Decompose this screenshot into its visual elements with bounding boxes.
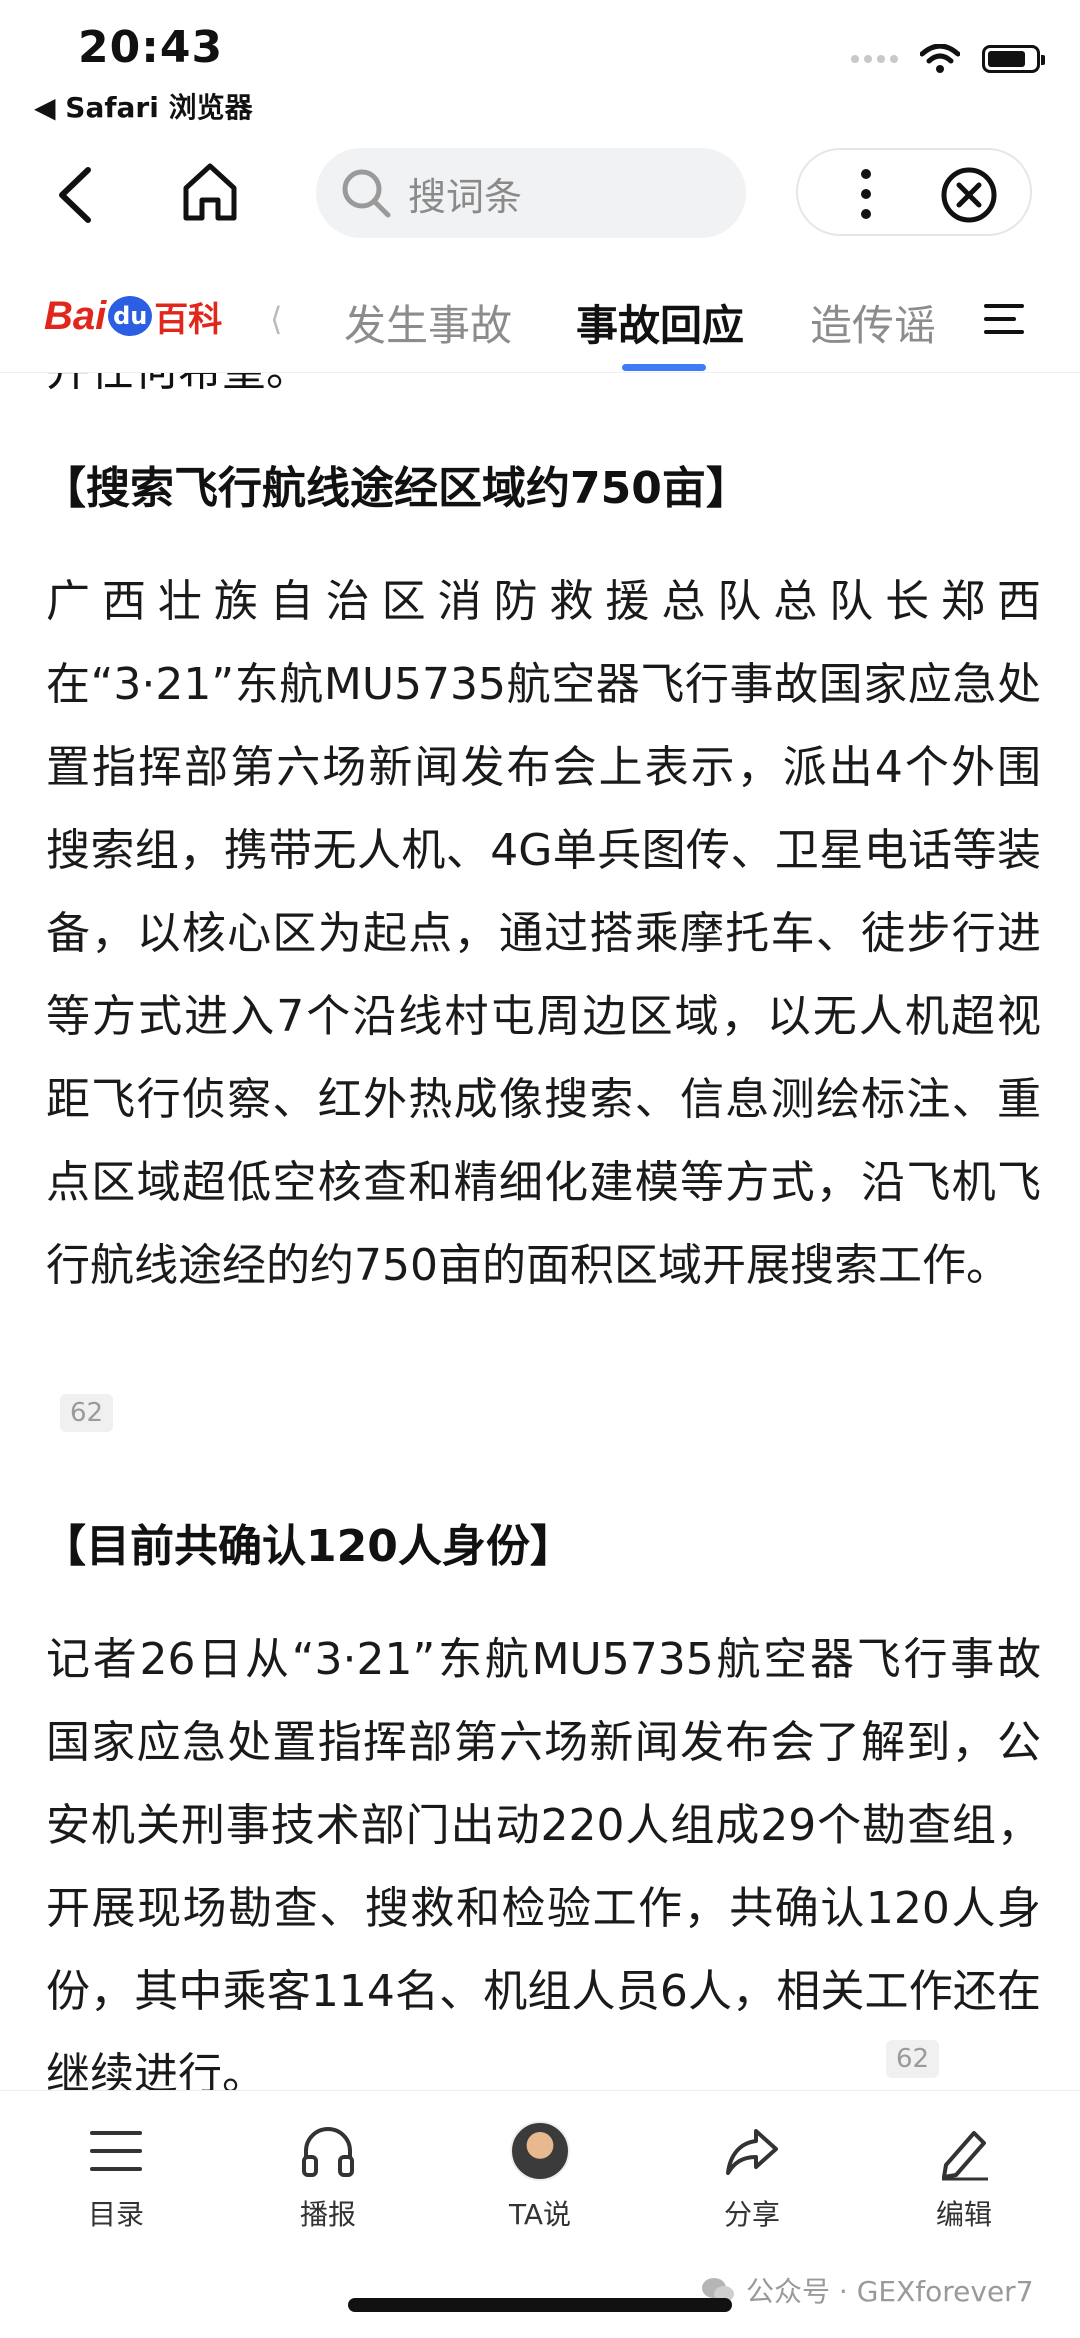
- home-indicator[interactable]: [348, 2298, 732, 2312]
- share-icon: [726, 2129, 778, 2175]
- menu-icon[interactable]: [984, 302, 1024, 336]
- battery-icon: [982, 45, 1045, 73]
- back-to-safari-link[interactable]: ◀ Safari 浏览器: [34, 86, 253, 126]
- pencil-icon: [942, 2131, 988, 2181]
- search-icon: [342, 169, 391, 218]
- tab-accident[interactable]: 发生事故: [344, 292, 512, 353]
- citation-badge[interactable]: 62: [886, 2040, 940, 2078]
- partial-text-line: 并任何希望。: [46, 372, 310, 398]
- cellular-signal-icon: [851, 55, 898, 63]
- paragraph-identified: 记者26日从“3·21”东航MU5735航空器飞行事故国家应急处置指挥部第六场新…: [46, 1634, 1041, 2090]
- broadcast-label: 播报: [299, 2198, 356, 2231]
- ta-say-button[interactable]: TA说: [470, 2121, 610, 2233]
- tab-scroll-hint: ⟨: [270, 300, 283, 338]
- ta-say-label: TA说: [508, 2198, 572, 2231]
- section-tabbar: Bai du 百科 ⟨ 发生事故 事故回应 造传谣: [0, 268, 1080, 373]
- catalog-label: 目录: [87, 2198, 144, 2231]
- status-time: 20:43: [78, 22, 224, 73]
- section-heading-identified: 【目前共确认120人身份】: [42, 1521, 574, 1572]
- logo-baike: 百科: [154, 299, 223, 340]
- list-icon: [90, 2131, 142, 2171]
- avatar: [510, 2121, 570, 2181]
- catalog-button[interactable]: 目录: [46, 2121, 186, 2233]
- citation-badge[interactable]: 62: [60, 1394, 114, 1432]
- miniapp-capsule: [796, 148, 1032, 236]
- baidu-baike-logo[interactable]: Bai du 百科: [44, 286, 222, 346]
- logo-bai: Bai: [44, 293, 107, 338]
- search-placeholder: 搜词条: [408, 174, 523, 219]
- search-input[interactable]: 搜词条: [316, 148, 746, 238]
- tab-rumor[interactable]: 造传谣: [810, 292, 936, 353]
- logo-du: du: [108, 296, 153, 336]
- wifi-icon: [920, 44, 960, 73]
- active-tab-indicator: [622, 364, 706, 371]
- home-icon[interactable]: [180, 160, 240, 224]
- back-arrow-icon[interactable]: [50, 160, 100, 230]
- tab-rumor-wrapper: 造传谣: [810, 268, 950, 368]
- broadcast-button[interactable]: 播报: [258, 2121, 398, 2233]
- more-options-icon[interactable]: [856, 166, 876, 222]
- tab-accident-response[interactable]: 事故回应: [576, 292, 744, 353]
- edit-button[interactable]: 编辑: [894, 2121, 1034, 2233]
- edit-label: 编辑: [935, 2198, 992, 2231]
- headphones-icon: [302, 2127, 354, 2177]
- close-icon[interactable]: [940, 166, 998, 224]
- status-indicators: [851, 44, 1045, 74]
- article-content: 并任何希望。 【搜索飞行航线途经区域约750亩】 广西壮族自治区消防救援总队总队…: [0, 372, 1080, 2090]
- share-button[interactable]: 分享: [682, 2121, 822, 2233]
- watermark-text: 公众号 · GEXforever7: [746, 2275, 1034, 2308]
- share-label: 分享: [723, 2198, 780, 2231]
- wechat-watermark: 公众号 · GEXforever7: [700, 2270, 1034, 2310]
- paragraph-search-area: 广西壮族自治区消防救援总队总队长郑西在“3·21”东航MU5735航空器飞行事故…: [46, 576, 1041, 1291]
- section-heading-search-area: 【搜索飞行航线途经区域约750亩】: [42, 463, 750, 514]
